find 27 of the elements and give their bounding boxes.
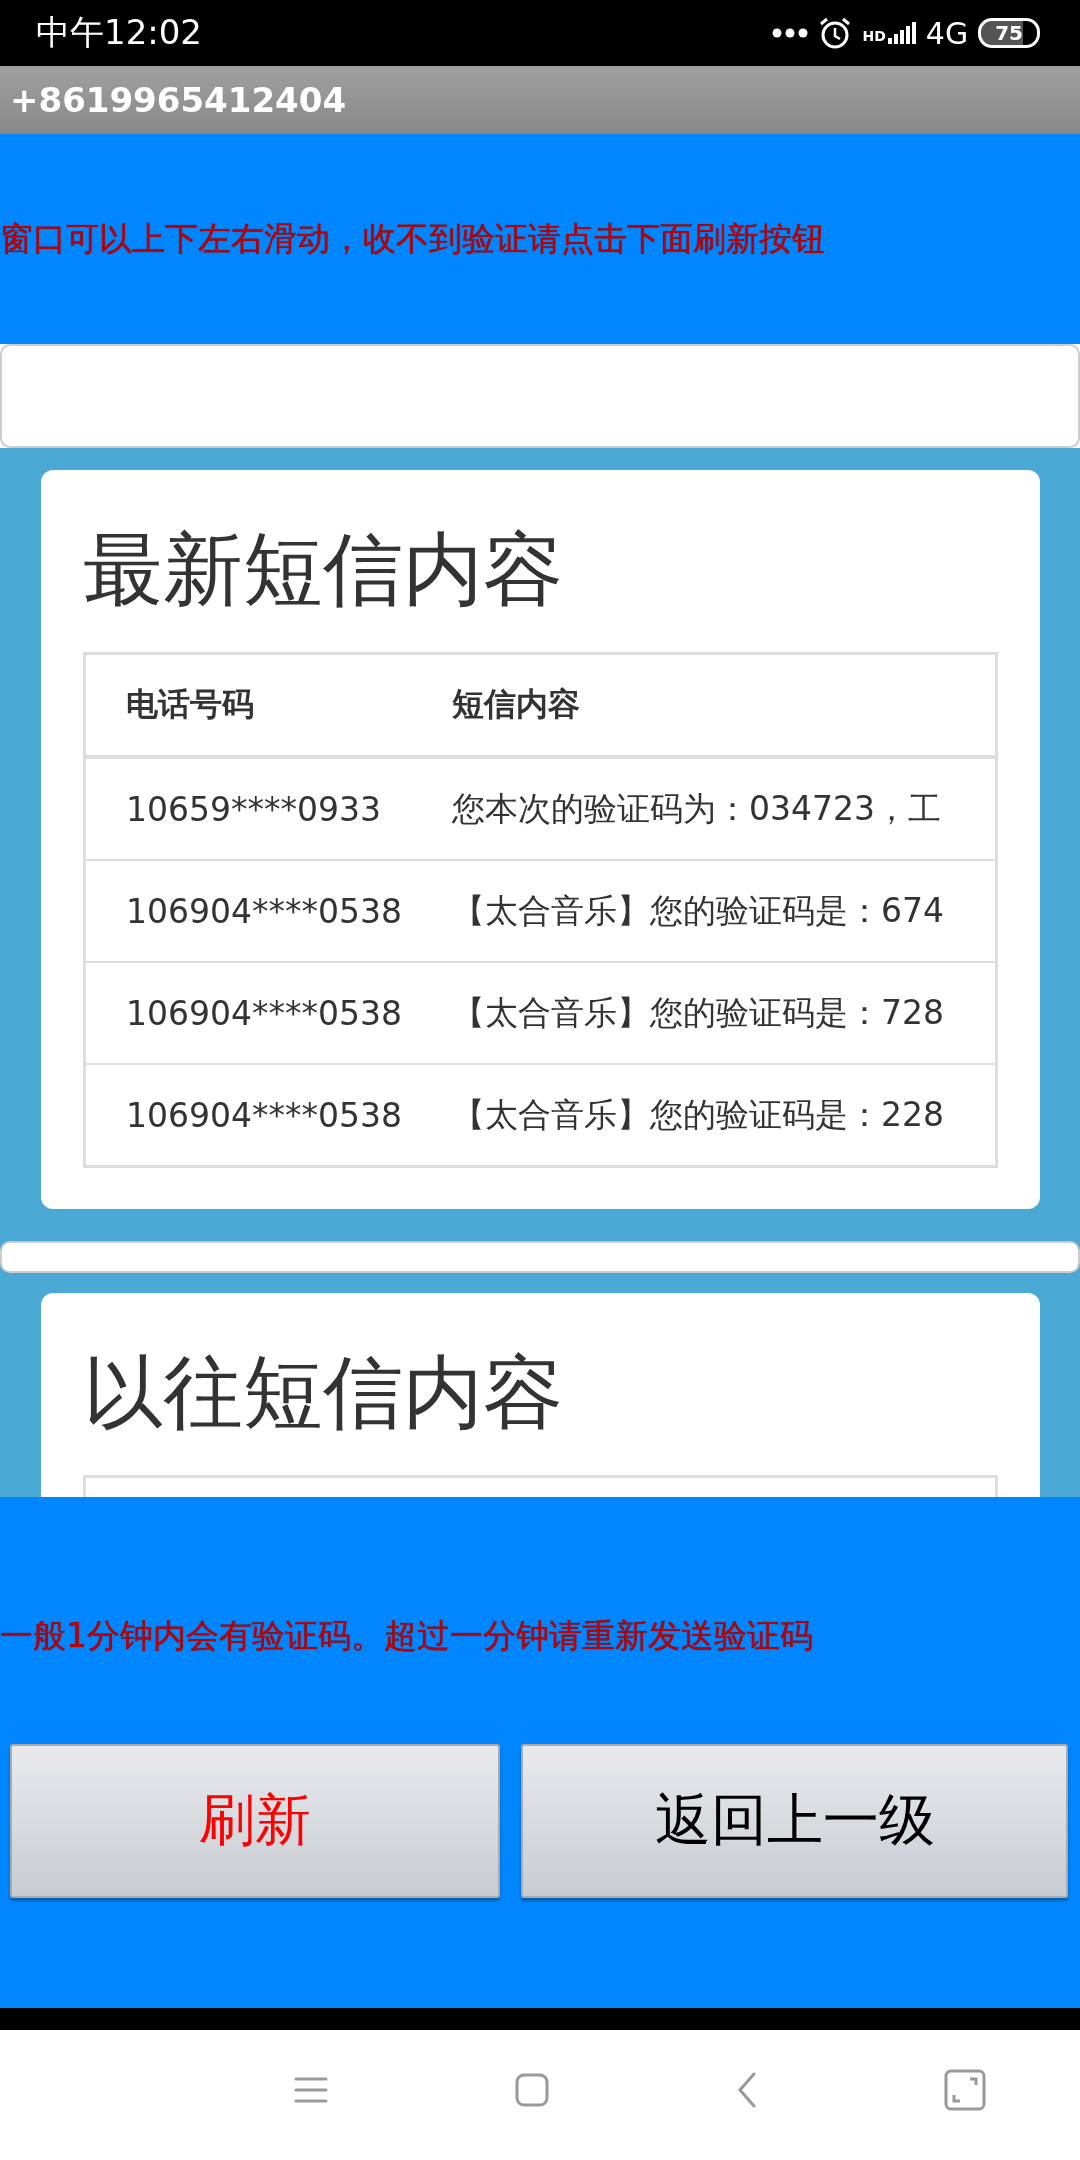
table-cell-text: 106904****0538 (125, 891, 403, 931)
signal-icon (887, 22, 916, 44)
table-cell-text: 【太合音乐】您的验证码是：228 (452, 1093, 944, 1136)
table-cell-text: 106904****0538 (125, 1095, 403, 1135)
expand-icon[interactable] (944, 2069, 987, 2111)
network-label: 4G (925, 15, 969, 51)
battery-level: 75 (978, 18, 1040, 48)
table-cell-text: 【太合音乐】您的验证码是：728 (452, 991, 944, 1034)
card-title: 以往短信内容 (83, 1353, 564, 1433)
column-header: 电话号码 (125, 684, 255, 725)
alarm-icon (818, 16, 853, 50)
more-dots-icon (772, 28, 809, 38)
action-button[interactable]: 返回上一级 (521, 1744, 1068, 1898)
phone-number: +8619965412404 (10, 80, 347, 120)
notice-text: 一般1分钟内会有验证码。超过一分钟请重新发送验证码 (0, 1615, 814, 1657)
column-header: 短信内容 (452, 684, 580, 725)
table-cell-text: 106904****0538 (125, 993, 403, 1033)
status-time: 中午12:02 (36, 11, 202, 54)
menu-icon[interactable] (293, 2076, 328, 2104)
hd-label: HD (862, 27, 886, 44)
card-title: 最新短信内容 (83, 530, 564, 610)
table-cell-text: 10659****0933 (125, 789, 382, 829)
home-square-icon[interactable] (515, 2073, 550, 2107)
table-cell-text: 【太合音乐】您的验证码是：674 (452, 889, 944, 932)
back-icon[interactable] (736, 2072, 757, 2108)
notice-text: 窗口可以上下左右滑动，收不到验证请点击下面刷新按钮 (0, 217, 825, 260)
table-cell-text: 您本次的验证码为：034723，工 (452, 787, 941, 830)
